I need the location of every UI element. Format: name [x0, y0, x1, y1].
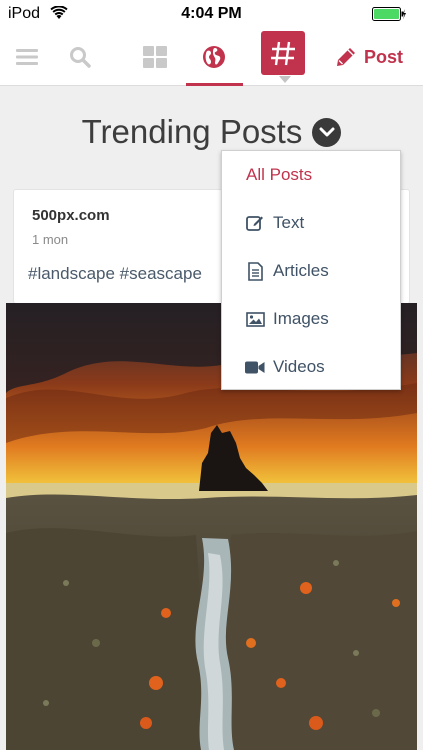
post-author[interactable]: 500px.com: [32, 207, 110, 224]
battery-icon: [372, 7, 406, 21]
post-filter-dropdown: All Posts Text Articles Images Videos: [221, 150, 401, 390]
grid-icon: [143, 46, 167, 68]
grid-view-button[interactable]: [133, 28, 177, 86]
menu-item-label: Articles: [273, 261, 329, 280]
chevron-down-icon[interactable]: [312, 117, 342, 147]
menu-item-label: Images: [273, 309, 329, 328]
menu-item-label: Videos: [273, 357, 325, 376]
post-button-label: Post: [364, 46, 404, 67]
page-title: Trending Posts: [81, 113, 303, 150]
menu-item-text[interactable]: Text: [222, 199, 402, 247]
menu-item-videos[interactable]: Videos: [222, 343, 402, 391]
post-hashtags[interactable]: #landscape #seascape: [28, 264, 202, 284]
pencil-icon: [337, 48, 355, 66]
video-camera-icon: [245, 361, 265, 374]
status-bar: iPod 4:04 PM: [0, 0, 423, 28]
active-tab-indicator: [186, 83, 243, 86]
document-icon: [245, 261, 265, 281]
page-title-row[interactable]: Trending Posts: [0, 110, 423, 154]
status-time: 4:04 PM: [181, 5, 242, 22]
globe-icon: [203, 46, 225, 68]
trending-tab[interactable]: [186, 28, 242, 86]
new-post-button[interactable]: Post: [336, 28, 416, 86]
search-button[interactable]: [58, 28, 102, 86]
menu-icon: [16, 49, 38, 65]
menu-item-label: Text: [273, 213, 305, 232]
menu-button[interactable]: [6, 28, 48, 86]
menu-item-all-posts[interactable]: All Posts: [222, 151, 402, 199]
top-nav-bar: Post: [0, 28, 423, 86]
edit-icon: [245, 214, 265, 232]
menu-item-label: All Posts: [246, 165, 313, 184]
app-logo-icon: [261, 31, 305, 75]
post-timestamp: 1 mon: [32, 232, 69, 247]
menu-item-articles[interactable]: Articles: [222, 247, 402, 295]
hashtag-icon: [271, 41, 295, 66]
image-icon: [245, 311, 265, 327]
menu-item-images[interactable]: Images: [222, 295, 402, 343]
search-icon: [70, 47, 91, 68]
logo-caret-icon: [279, 76, 291, 83]
